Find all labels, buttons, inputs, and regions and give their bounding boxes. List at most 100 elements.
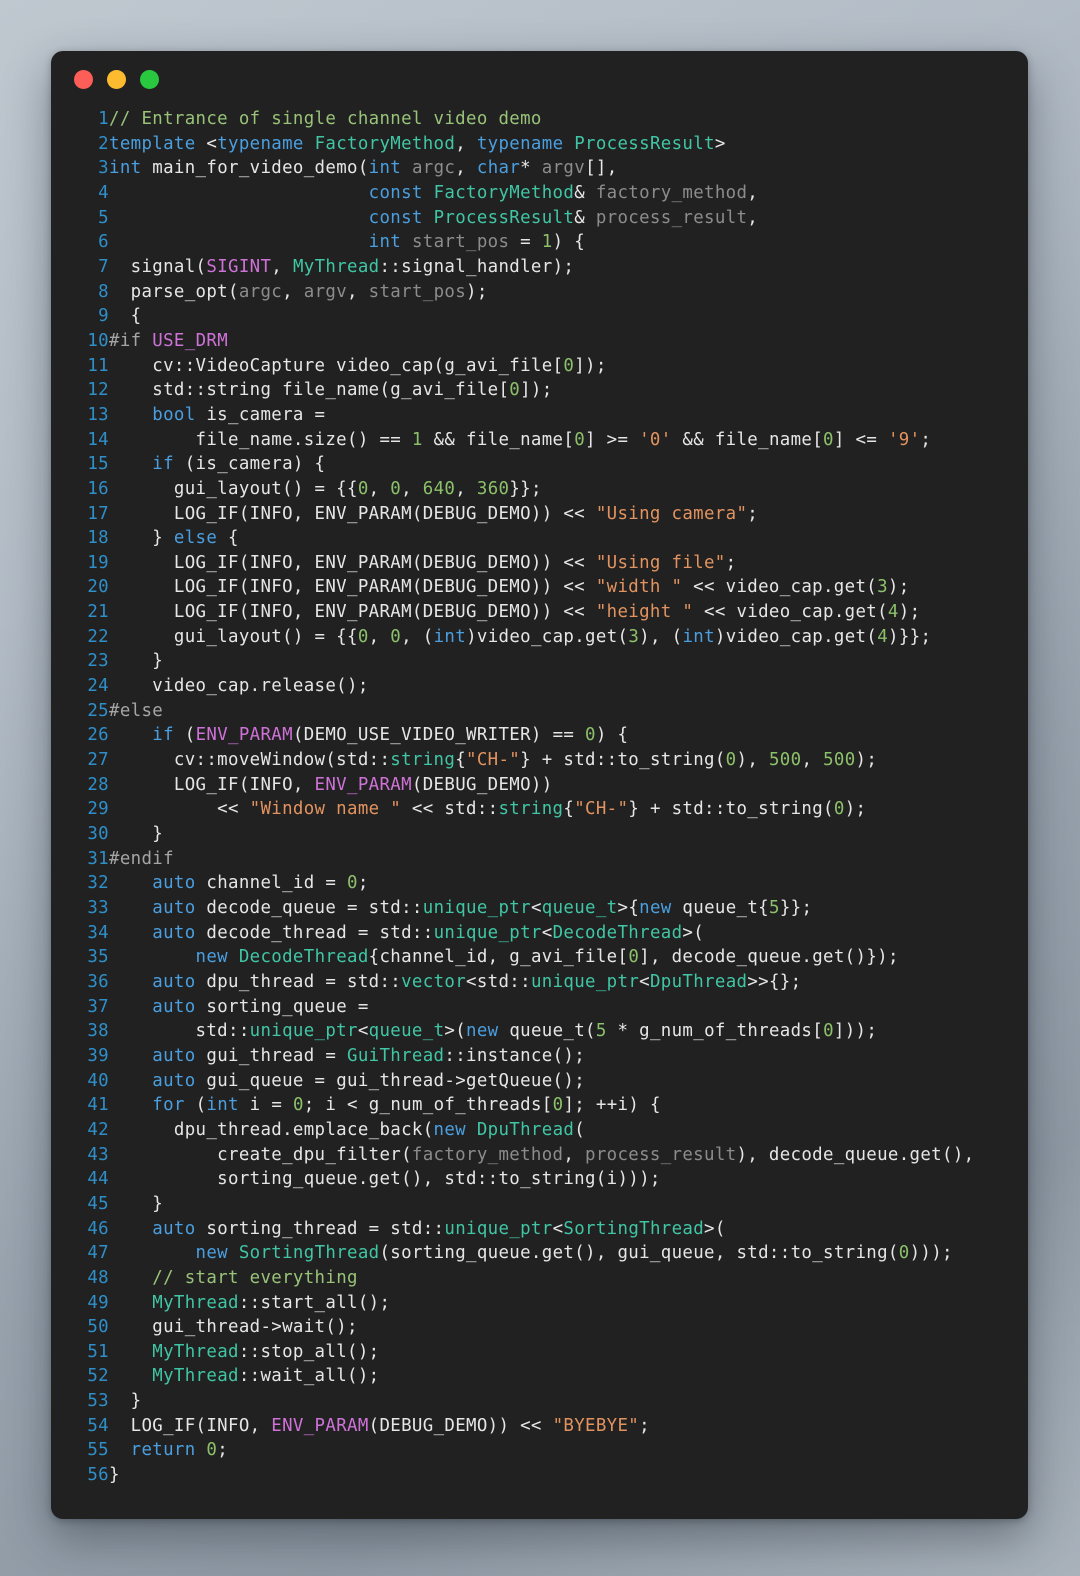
token-pl: )video_cap.get( [714, 626, 878, 647]
token-ty: string [498, 799, 564, 820]
line-source[interactable]: cv::moveWindow(std::string{"CH-"} + std:… [109, 748, 1028, 773]
token-pl: << std:: [401, 799, 499, 820]
token-pl: , [368, 626, 391, 647]
line-source[interactable]: LOG_IF(INFO, ENV_PARAM(DEBUG_DEMO)) << "… [109, 1414, 1028, 1439]
token-pl: ); [887, 577, 910, 598]
line-number: 28 [87, 774, 109, 795]
close-window-button[interactable] [74, 69, 93, 89]
line-source[interactable]: #endif [109, 847, 1028, 872]
token-pm: argc [238, 281, 283, 302]
token-pl: std::string file_name(g_avi_file[ [109, 380, 510, 401]
token-pl: gui_layout() = {{ [109, 626, 358, 647]
token-ty: GuiThread [347, 1045, 445, 1066]
line-number: 8 [98, 281, 109, 302]
token-ty: unique_ptr [249, 1021, 358, 1042]
line-source[interactable]: sorting_queue.get(), std::to_string(i)))… [109, 1167, 1028, 1192]
token-pl: (is_camera) { [173, 454, 326, 475]
line-source[interactable]: template <typename FactoryMethod, typena… [109, 132, 1028, 157]
token-pl: file_name.size() == [109, 429, 412, 450]
line-source[interactable]: } [109, 822, 1028, 847]
line-source[interactable]: parse_opt(argc, argv, start_pos); [109, 280, 1028, 305]
line-source[interactable]: MyThread::wait_all(); [109, 1364, 1028, 1389]
code-line: 40 auto gui_queue = gui_thread->getQueue… [51, 1069, 1028, 1094]
line-source[interactable]: auto gui_thread = GuiThread::instance(); [109, 1044, 1028, 1069]
token-pm: process_result [595, 207, 748, 228]
line-source[interactable]: int start_pos = 1) { [109, 230, 1028, 255]
line-source[interactable]: LOG_IF(INFO, ENV_PARAM(DEBUG_DEMO)) << "… [109, 575, 1028, 600]
line-source[interactable]: auto gui_queue = gui_thread->getQueue(); [109, 1069, 1028, 1094]
token-num: 0 [390, 626, 402, 647]
line-source[interactable]: const ProcessResult& process_result, [109, 206, 1028, 231]
line-source[interactable]: LOG_IF(INFO, ENV_PARAM(DEBUG_DEMO)) [109, 773, 1028, 798]
line-number: 14 [87, 429, 109, 450]
token-pl: <std:: [466, 971, 531, 992]
line-source[interactable]: for (int i = 0; i < g_num_of_threads[0];… [109, 1093, 1028, 1118]
line-source[interactable]: // Entrance of single channel video demo [109, 107, 1028, 132]
token-mac: ENV_PARAM [314, 774, 412, 795]
token-pl: , [455, 158, 477, 179]
line-source[interactable]: std::unique_ptr<queue_t>(new queue_t(5 *… [109, 1019, 1028, 1044]
token-num: 0 [823, 1021, 834, 1042]
line-source[interactable]: MyThread::stop_all(); [109, 1340, 1028, 1365]
line-number: 53 [87, 1391, 109, 1412]
line-source[interactable]: LOG_IF(INFO, ENV_PARAM(DEBUG_DEMO)) << "… [109, 551, 1028, 576]
line-source[interactable]: auto channel_id = 0; [109, 871, 1028, 896]
token-pl: decode_queue = std:: [195, 898, 423, 918]
line-source[interactable]: video_cap.release(); [109, 674, 1028, 699]
line-source[interactable]: auto dpu_thread = std::vector<std::uniqu… [109, 970, 1028, 995]
token-kw: char [476, 158, 521, 179]
code-editor[interactable]: 1// Entrance of single channel video dem… [51, 107, 1028, 1488]
line-source[interactable]: gui_layout() = {{0, 0, 640, 360}}; [109, 477, 1028, 502]
line-source[interactable]: #else [109, 699, 1028, 724]
line-source[interactable]: { [109, 304, 1028, 329]
line-source[interactable]: LOG_IF(INFO, ENV_PARAM(DEBUG_DEMO)) << "… [109, 502, 1028, 527]
token-pl: main_for_video_demo( [141, 158, 369, 179]
line-source[interactable]: file_name.size() == 1 && file_name[0] >=… [109, 428, 1028, 453]
line-source[interactable]: #if USE_DRM [109, 329, 1028, 354]
line-source[interactable]: MyThread::start_all(); [109, 1291, 1028, 1316]
token-pp: #endif [109, 848, 174, 869]
token-pl: )video_cap.get( [466, 626, 629, 647]
line-source[interactable]: } [109, 1192, 1028, 1217]
line-source[interactable]: dpu_thread.emplace_back(new DpuThread( [109, 1118, 1028, 1143]
line-source[interactable]: << "Window name " << std::string{"CH-"} … [109, 797, 1028, 822]
line-source[interactable]: } [109, 649, 1028, 674]
line-source[interactable]: int main_for_video_demo(int argc, char* … [109, 156, 1028, 181]
line-source[interactable]: cv::VideoCapture video_cap(g_avi_file[0]… [109, 354, 1028, 379]
line-source[interactable]: LOG_IF(INFO, ENV_PARAM(DEBUG_DEMO)) << "… [109, 600, 1028, 625]
line-source[interactable]: gui_thread->wait(); [109, 1315, 1028, 1340]
line-source[interactable]: } [109, 1463, 1028, 1488]
line-source[interactable]: // start everything [109, 1266, 1028, 1291]
token-pl: << video_cap.get( [693, 602, 888, 623]
line-number: 29 [87, 799, 109, 820]
line-source[interactable]: if (is_camera) { [109, 452, 1028, 477]
line-source[interactable]: } [109, 1389, 1028, 1414]
token-pl: ]); [574, 355, 607, 376]
minimize-window-button[interactable] [107, 69, 126, 89]
line-source[interactable]: auto decode_queue = std::unique_ptr<queu… [109, 896, 1028, 921]
token-pl: >( [704, 1218, 726, 1239]
line-source[interactable]: auto decode_thread = std::unique_ptr<Dec… [109, 921, 1028, 946]
line-source[interactable]: std::string file_name(g_avi_file[0]); [109, 378, 1028, 403]
line-source[interactable]: auto sorting_thread = std::unique_ptr<So… [109, 1217, 1028, 1242]
line-source[interactable]: } else { [109, 526, 1028, 551]
line-source[interactable]: gui_layout() = {{0, 0, (int)video_cap.ge… [109, 625, 1028, 650]
line-source[interactable]: if (ENV_PARAM(DEMO_USE_VIDEO_WRITER) == … [109, 723, 1028, 748]
line-source[interactable]: bool is_camera = [109, 403, 1028, 428]
line-source[interactable]: const FactoryMethod& factory_method, [109, 181, 1028, 206]
maximize-window-button[interactable] [140, 69, 159, 89]
token-pl: queue_t( [498, 1021, 596, 1042]
line-source[interactable]: signal(SIGINT, MyThread::signal_handler)… [109, 255, 1028, 280]
token-pm: argv [541, 158, 586, 179]
line-source[interactable]: return 0; [109, 1438, 1028, 1463]
line-source[interactable]: auto sorting_queue = [109, 995, 1028, 1020]
line-source[interactable]: create_dpu_filter(factory_method, proces… [109, 1143, 1028, 1168]
line-source[interactable]: new SortingThread(sorting_queue.get(), g… [109, 1241, 1028, 1266]
token-kw: int [682, 626, 715, 647]
line-source[interactable]: new DecodeThread{channel_id, g_avi_file[… [109, 945, 1028, 970]
